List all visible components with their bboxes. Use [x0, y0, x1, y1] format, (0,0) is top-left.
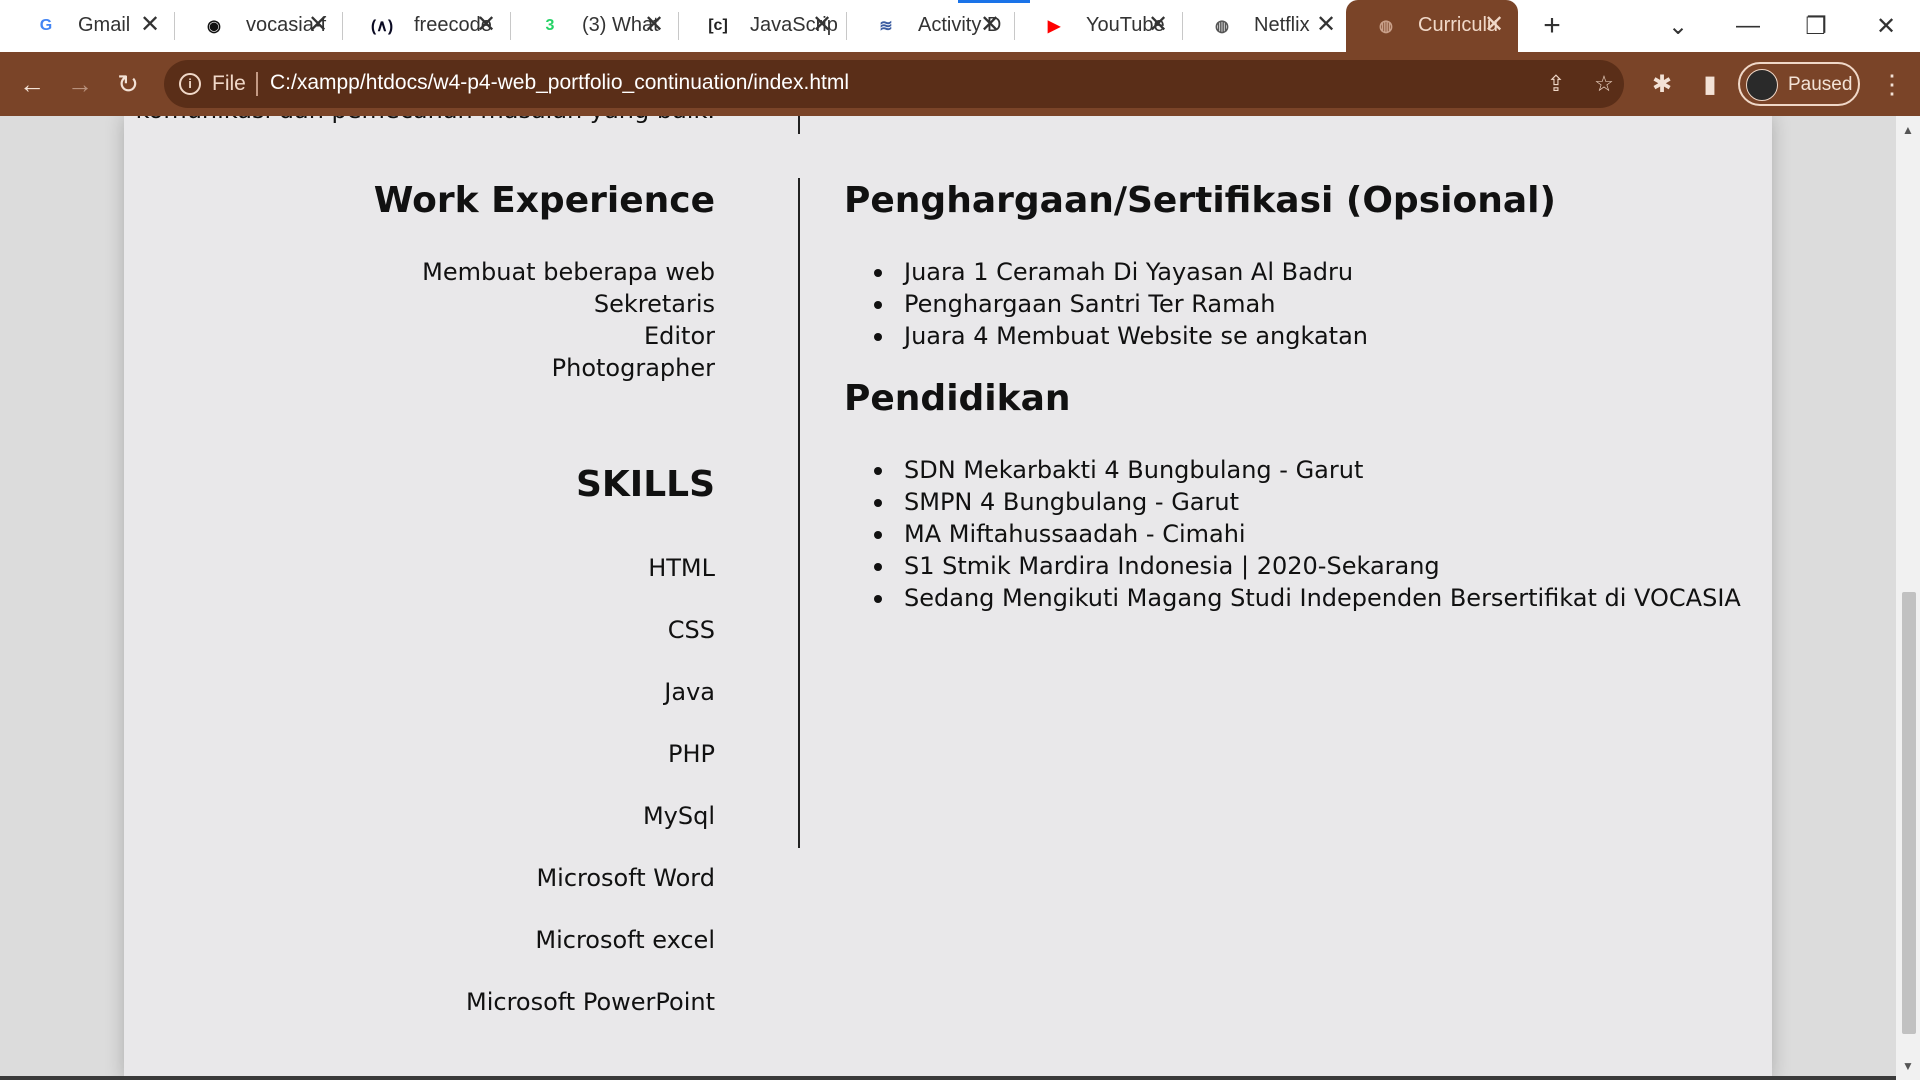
awards-list-item: Juara 1 Ceramah Di Yayasan Al Badru [844, 256, 1368, 288]
whatsapp-badge-icon: 3 [545, 17, 555, 34]
skill-item: MySql [642, 802, 715, 830]
education-list-item: MA Miftahussaadah - Cimahi [844, 518, 1741, 550]
tab-close-icon[interactable]: ✕ [978, 11, 1002, 38]
skill-item: Microsoft PowerPoint [466, 988, 715, 1016]
google-g-icon: G [39, 17, 53, 34]
tab-8[interactable]: ◍ Curriculu ✕ [1346, 0, 1518, 52]
tab-search-dropdown-icon[interactable]: ⌄ [1650, 6, 1706, 46]
tab-close-icon[interactable]: ✕ [1314, 11, 1338, 38]
browser-toolbar: ← → ↻ i File C:/xampp/htdocs/w4-p4-web_p… [0, 52, 1920, 116]
window-bottom-edge [0, 1076, 1896, 1080]
reload-button[interactable]: ↻ [108, 64, 148, 104]
tab-5[interactable]: ≋ Activity D ✕ [846, 0, 1014, 52]
tab-3[interactable]: 3 (3) What ✕ [510, 0, 678, 52]
education-list-item: S1 Stmik Mardira Indonesia | 2020-Sekara… [844, 550, 1741, 582]
tab-close-icon[interactable]: ✕ [138, 11, 162, 38]
bookmark-star-icon[interactable]: ☆ [1590, 70, 1618, 98]
info-glyph: i [179, 73, 201, 95]
skill-item: Java [664, 678, 715, 706]
side-panel-icon[interactable]: ▮ [1692, 66, 1728, 102]
skill-item: PHP [668, 740, 715, 768]
minimize-button[interactable]: — [1720, 6, 1776, 46]
column-divider [798, 178, 800, 848]
tab-7[interactable]: ◍ Netflix ✕ [1182, 0, 1350, 52]
freecodecamp-icon: (∧) [370, 18, 394, 35]
browser-menu-icon[interactable]: ⋮ [1876, 66, 1908, 102]
address-bar[interactable]: i File C:/xampp/htdocs/w4-p4-web_portfol… [164, 60, 1624, 108]
education-heading: Pendidikan [844, 378, 1071, 419]
skill-item: Microsoft excel [535, 926, 715, 954]
forward-button[interactable]: → [60, 64, 100, 104]
skill-item: HTML [648, 554, 715, 582]
tab-0[interactable]: G Gmail ✕ [6, 0, 174, 52]
skills-heading: SKILLS [575, 464, 715, 505]
education-list-item: SMPN 4 Bungbulang - Garut [844, 486, 1741, 518]
site-info-icon[interactable]: i [176, 70, 204, 98]
share-icon[interactable]: ⇪ [1542, 70, 1570, 98]
tab-close-icon[interactable]: ✕ [642, 11, 666, 38]
scroll-down-arrow-icon[interactable]: ▼ [1896, 1056, 1920, 1076]
profile-summary-tail: komunikasi dan pemecahan masalah yang ba… [136, 116, 715, 124]
work-experience-item: Sekretaris [593, 290, 715, 318]
education-list-item: SDN Mekarbakti 4 Bungbulang - Garut [844, 454, 1741, 486]
profile-button[interactable]: Paused [1738, 62, 1860, 106]
skill-item: CSS [667, 616, 715, 644]
skill-item: Microsoft Word [536, 864, 715, 892]
work-experience-item: Membuat beberapa web [422, 258, 715, 286]
profile-status-label: Paused [1788, 74, 1853, 95]
address-divider [256, 72, 258, 96]
globe-icon: ◍ [1215, 18, 1229, 35]
youtube-icon: ▶ [1047, 18, 1061, 35]
scroll-thumb[interactable] [1902, 592, 1916, 1034]
awards-heading: Penghargaan/Sertifikasi (Opsional) [844, 180, 1556, 221]
tab-close-icon[interactable]: ✕ [1482, 11, 1506, 38]
awards-list: Juara 1 Ceramah Di Yayasan Al Badru Pengh… [844, 256, 1368, 352]
new-tab-button[interactable]: + [1534, 8, 1570, 44]
page-scrollbar[interactable]: ▲ ▼ [1896, 116, 1920, 1080]
tab-close-icon[interactable]: ✕ [474, 11, 498, 38]
github-icon: ◉ [207, 18, 221, 35]
activity-icon: ≋ [879, 18, 893, 35]
education-list-item: Sedang Mengikuti Magang Studi Independen… [844, 582, 1741, 614]
url-text[interactable]: C:/xampp/htdocs/w4-p4-web_portfolio_cont… [270, 71, 849, 95]
education-list: SDN Mekarbakti 4 Bungbulang - Garut SMPN … [844, 454, 1741, 614]
tab-1[interactable]: ◉ vocasia-f ✕ [174, 0, 342, 52]
cv-card: komunikasi dan pemecahan masalah yang ba… [124, 116, 1772, 1080]
page-viewport: komunikasi dan pemecahan masalah yang ba… [0, 116, 1896, 1080]
close-window-button[interactable]: ✕ [1858, 6, 1914, 46]
work-experience-item: Editor [643, 322, 715, 350]
tab-strip: G Gmail ✕ ◉ vocasia-f ✕ (∧) freecode ✕ 3 (3) What ✕… [0, 0, 1920, 52]
awards-list-item: Juara 4 Membuat Website se angkatan [844, 320, 1368, 352]
tab-close-icon[interactable]: ✕ [306, 11, 330, 38]
scheme-label: File [212, 72, 246, 95]
tab-close-icon[interactable]: ✕ [1146, 11, 1170, 38]
extensions-icon[interactable]: ✱ [1644, 66, 1680, 102]
scroll-up-arrow-icon[interactable]: ▲ [1896, 120, 1920, 140]
back-button[interactable]: ← [12, 64, 52, 104]
work-experience-item: Photographer [551, 354, 715, 382]
tab-4[interactable]: [c] JavaScrip ✕ [678, 0, 846, 52]
tab-2[interactable]: (∧) freecode ✕ [342, 0, 510, 52]
globe-icon: ◍ [1379, 18, 1393, 35]
awards-list-item: Penghargaan Santri Ter Ramah [844, 288, 1368, 320]
column-divider-top [798, 116, 800, 134]
work-experience-list: Membuat beberapa web Sekretaris Editor Phot… [422, 256, 715, 384]
javascript-doc-icon: [c] [708, 17, 728, 34]
avatar [1746, 69, 1778, 101]
tab-6[interactable]: ▶ YouTube ✕ [1014, 0, 1182, 52]
work-experience-heading: Work Experience [373, 180, 715, 221]
tab-close-icon[interactable]: ✕ [810, 11, 834, 38]
restore-button[interactable]: ❐ [1788, 6, 1844, 46]
